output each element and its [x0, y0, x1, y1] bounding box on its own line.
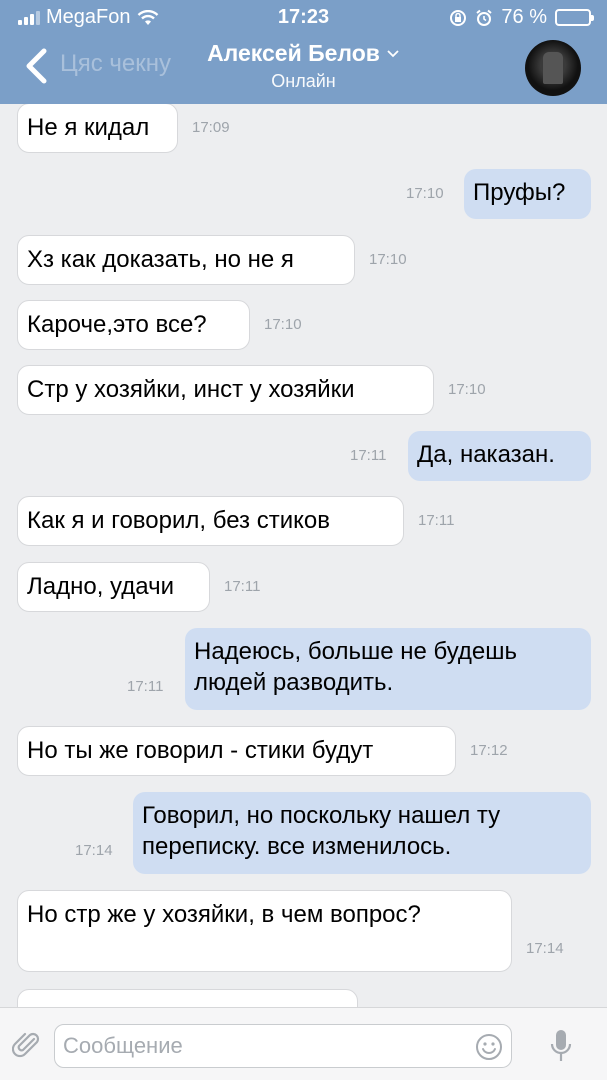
input-bar	[0, 1007, 607, 1080]
message-timestamp: 17:10	[406, 185, 444, 202]
back-chevron-icon[interactable]	[22, 48, 50, 84]
message-timestamp: 17:10	[448, 381, 486, 398]
outgoing-message-bubble[interactable]: Да, наказан.	[408, 431, 591, 481]
outgoing-message-bubble[interactable]: Говорил, но поскольку нашел ту переписку…	[133, 792, 591, 874]
microphone-icon[interactable]	[548, 1028, 574, 1066]
emoji-icon[interactable]	[475, 1033, 503, 1061]
outgoing-message-bubble[interactable]: Надеюсь, больше не будешь людей разводит…	[185, 628, 591, 710]
incoming-message-bubble[interactable]: Стр у хозяйки, инст у хозяйки	[17, 365, 434, 415]
battery-percent: 76 %	[501, 6, 547, 28]
contact-avatar[interactable]	[525, 40, 581, 96]
rotation-lock-icon	[450, 9, 467, 26]
incoming-message-bubble[interactable]: Как я и говорил, без стиков	[17, 496, 404, 546]
incoming-message-bubble[interactable]: Но стр же у хозяйки, в чем вопрос?	[17, 890, 512, 972]
incoming-message-bubble[interactable]: Но ты же говорил - стики будут	[17, 726, 456, 776]
incoming-message-bubble[interactable]: Не я кидал	[17, 104, 178, 153]
message-timestamp: 17:10	[369, 251, 407, 268]
chat-header: MegaFon 17:23 76 % Цяс чекну Алексей Бел…	[0, 0, 607, 104]
incoming-message-bubble[interactable]: Ладно, удачи	[17, 562, 210, 612]
chat-title[interactable]: Алексей Белов Онлайн	[150, 40, 457, 92]
message-list[interactable]: Не я кидал 17:09 Пруфы? 17:10 Хз как доказат…	[0, 104, 607, 1007]
incoming-message-bubble[interactable]: Кароче,это все?	[17, 300, 250, 350]
message-timestamp: 17:14	[75, 842, 113, 859]
message-timestamp: 17:11	[418, 512, 455, 529]
message-input[interactable]	[63, 1025, 463, 1067]
contact-status: Онлайн	[271, 71, 336, 91]
status-right: 76 %	[449, 6, 594, 29]
message-timestamp: 17:12	[470, 742, 508, 759]
outgoing-message-bubble[interactable]: Пруфы?	[464, 169, 591, 219]
message-timestamp: 17:14	[526, 940, 564, 957]
incoming-message-bubble[interactable]: Хз как доказать, но не я	[17, 235, 355, 285]
message-input-field[interactable]	[54, 1024, 512, 1068]
message-timestamp: 17:11	[224, 578, 261, 595]
message-timestamp: 17:11	[127, 678, 164, 695]
message-timestamp: 17:09	[192, 119, 230, 136]
contact-name[interactable]: Алексей Белов	[207, 40, 380, 67]
alarm-icon	[476, 9, 493, 26]
incoming-message-bubble-partial[interactable]	[17, 989, 358, 1007]
status-bar: MegaFon 17:23 76 %	[0, 0, 607, 34]
message-timestamp: 17:11	[350, 447, 387, 464]
chevron-down-icon[interactable]	[386, 49, 400, 59]
paperclip-icon[interactable]	[12, 1030, 42, 1060]
battery-icon	[555, 9, 594, 26]
message-timestamp: 17:10	[264, 316, 302, 333]
